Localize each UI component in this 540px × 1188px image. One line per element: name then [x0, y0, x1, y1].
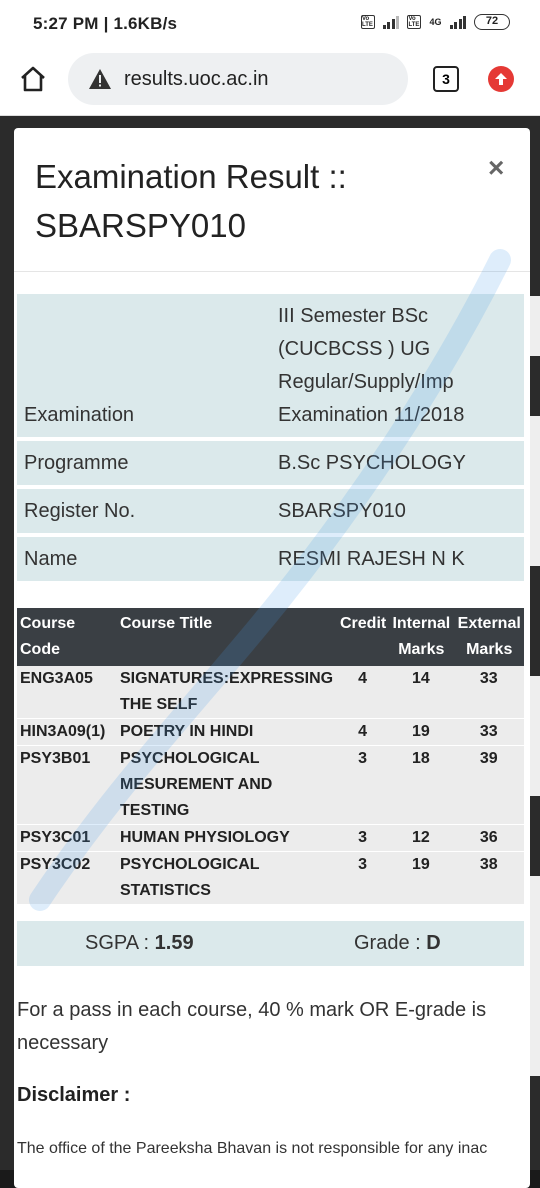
course-title: POETRY IN HINDI — [117, 718, 337, 746]
course-code: PSY3B01 — [17, 745, 117, 825]
course-credit: 3 — [337, 824, 389, 852]
course-external: 33 — [453, 666, 524, 719]
info-label: Examination — [24, 404, 135, 426]
course-credit: 4 — [337, 666, 389, 719]
course-internal: 14 — [388, 666, 454, 719]
update-button[interactable] — [488, 66, 514, 92]
info-value: RESMI RAJESH N K — [278, 548, 465, 570]
signal-sim2-icon — [449, 15, 466, 29]
course-internal: 18 — [388, 745, 454, 825]
status-bar: 5:27 PM | 1.6KB/s Vo LTE Vo LTE 4G 72 — [0, 0, 540, 50]
close-icon[interactable]: × — [488, 152, 504, 184]
browser-toolbar: results.uoc.ac.in 3 — [0, 50, 540, 116]
header-internal: Internal Marks — [388, 608, 454, 666]
table-row: PSY3C01 HUMAN PHYSIOLOGY 3 12 36 — [17, 824, 524, 852]
header-external: External Marks — [453, 608, 524, 666]
course-code: ENG3A05 — [17, 666, 117, 719]
status-icons: Vo LTE Vo LTE 4G 72 — [360, 14, 510, 30]
info-label: Register No. — [24, 500, 136, 522]
marks-table: Course Code Course Title Credit Internal… — [17, 608, 524, 905]
course-credit: 3 — [337, 745, 389, 825]
info-row-name: Name RESMI RAJESH N K — [17, 537, 524, 581]
sgpa-grade-row: SGPA : 1.59 Grade : D — [17, 921, 524, 966]
sgpa-value: 1.59 — [154, 932, 194, 954]
grade-value: D — [426, 932, 441, 954]
volte-sim2-icon: Vo LTE — [407, 15, 422, 29]
info-label: Programme — [24, 452, 129, 474]
info-row-examination: Examination III Semester BSc (CUCBCSS ) … — [17, 294, 524, 437]
tab-switcher-button[interactable]: 3 — [433, 66, 459, 92]
table-row: PSY3C02 PSYCHOLOGICAL STATISTICS 3 19 38 — [17, 851, 524, 905]
course-external: 38 — [453, 851, 524, 905]
course-external: 39 — [453, 745, 524, 825]
info-row-register-no: Register No. SBARSPY010 — [17, 489, 524, 533]
warning-icon — [89, 69, 111, 89]
header-course-code: Course Code — [17, 608, 117, 666]
info-row-programme: Programme B.Sc PSYCHOLOGY — [17, 441, 524, 485]
arrow-up-icon — [495, 73, 507, 85]
course-title: PSYCHOLOGICAL STATISTICS — [117, 851, 337, 905]
course-title: HUMAN PHYSIOLOGY — [117, 824, 337, 852]
info-value: B.Sc PSYCHOLOGY — [278, 452, 466, 474]
grade-label: Grade : — [354, 932, 427, 954]
course-internal: 12 — [388, 824, 454, 852]
sgpa: SGPA : 1.59 — [85, 932, 194, 955]
course-code: PSY3C02 — [17, 851, 117, 905]
status-time: 5:27 PM | 1.6KB/s — [33, 14, 178, 33]
modal-title: Examination Result :: SBARSPY010 — [35, 158, 347, 244]
course-code: HIN3A09(1) — [17, 718, 117, 746]
header-course-title: Course Title — [117, 608, 337, 666]
table-row: PSY3B01 PSYCHOLOGICAL MESUREMENT AND TES… — [17, 745, 524, 825]
info-label: Name — [24, 548, 78, 570]
grade: Grade : D — [354, 932, 441, 955]
result-modal: Examination Result :: SBARSPY010 × Exami… — [14, 128, 530, 1188]
volte-sim1-icon: Vo LTE — [360, 15, 375, 29]
pass-note: For a pass in each course, 40 % mark OR … — [17, 999, 487, 1054]
info-value: SBARSPY010 — [278, 500, 406, 522]
table-row: ENG3A05 SIGNATURES:EXPRESSING THE SELF 4… — [17, 666, 524, 719]
signal-sim1-icon — [382, 15, 400, 29]
url-text: results.uoc.ac.in — [124, 68, 269, 90]
disclaimer-heading: Disclaimer : — [17, 1084, 131, 1106]
marks-header-row: Course Code Course Title Credit Internal… — [17, 608, 524, 666]
address-bar[interactable]: results.uoc.ac.in — [68, 53, 408, 105]
sgpa-label: SGPA : — [85, 932, 155, 954]
header-credit: Credit — [337, 608, 389, 666]
network-type: 4G — [429, 17, 442, 27]
course-external: 36 — [453, 824, 524, 852]
disclaimer-text: The office of the Pareeksha Bhavan is no… — [17, 1140, 488, 1157]
divider — [14, 271, 530, 272]
course-credit: 3 — [337, 851, 389, 905]
course-internal: 19 — [388, 718, 454, 746]
course-title: PSYCHOLOGICAL MESUREMENT AND TESTING — [117, 745, 337, 825]
battery-icon: 72 — [474, 14, 510, 30]
course-external: 33 — [453, 718, 524, 746]
course-credit: 4 — [337, 718, 389, 746]
table-row: HIN3A09(1) POETRY IN HINDI 4 19 33 — [17, 718, 524, 746]
student-info-table: Examination III Semester BSc (CUCBCSS ) … — [17, 294, 524, 585]
home-icon — [21, 66, 45, 92]
home-button[interactable] — [16, 62, 50, 96]
course-internal: 19 — [388, 851, 454, 905]
course-title: SIGNATURES:EXPRESSING THE SELF — [117, 666, 337, 719]
course-code: PSY3C01 — [17, 824, 117, 852]
info-value: III Semester BSc (CUCBCSS ) UG Regular/S… — [278, 305, 465, 426]
